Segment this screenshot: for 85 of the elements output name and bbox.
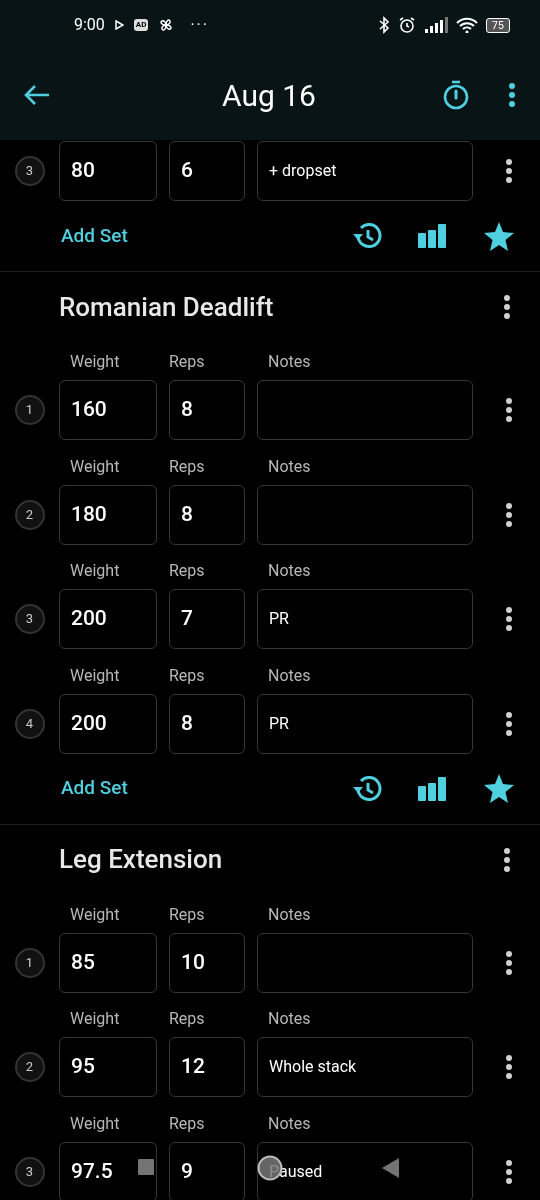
reps-field[interactable]: 8 — [169, 380, 245, 440]
reps-field[interactable]: 12 — [169, 1037, 245, 1097]
overflow-menu-icon[interactable] — [508, 82, 516, 108]
signal-icon — [423, 17, 448, 33]
notes-field[interactable] — [257, 484, 473, 545]
add-set-button[interactable]: Add Set — [61, 221, 128, 251]
exercise-menu-icon[interactable] — [503, 846, 511, 873]
reps-label: Reps — [169, 351, 206, 373]
weight-label: Weight — [70, 664, 121, 687]
set-menu-icon[interactable] — [504, 606, 513, 632]
screen-title: Aug 16 — [222, 76, 316, 115]
pinwheel-icon — [158, 17, 175, 33]
set-number: 3 — [14, 156, 45, 186]
stopwatch-icon[interactable] — [442, 80, 470, 110]
history-icon[interactable] — [352, 774, 382, 803]
weight-field[interactable]: 200 — [59, 693, 157, 754]
notes-field[interactable]: PR — [257, 693, 473, 754]
set-menu-icon[interactable] — [504, 397, 513, 423]
notes-label: Notes — [268, 1112, 311, 1135]
weight-field[interactable]: 160 — [59, 380, 157, 440]
play-icon — [114, 20, 124, 30]
reps-label: Reps — [169, 903, 206, 926]
weight-field[interactable]: 200 — [59, 589, 157, 649]
exercise-title: Romanian Deadlift — [59, 290, 274, 324]
exercise-title: Leg Extension — [59, 843, 223, 876]
weight-label: Weight — [70, 1008, 121, 1030]
set-number: 2 — [14, 1052, 45, 1082]
history-icon[interactable] — [352, 222, 382, 250]
bar-chart-icon[interactable] — [418, 224, 446, 248]
bluetooth-icon — [377, 16, 390, 34]
notes-label: Notes — [268, 455, 311, 478]
set-number: 2 — [14, 499, 45, 530]
wifi-icon — [455, 17, 478, 33]
more-notifications: ··· — [190, 14, 209, 36]
star-icon[interactable] — [484, 774, 514, 803]
alarm-icon — [397, 16, 416, 34]
set-number: 3 — [14, 1156, 45, 1187]
notes-field[interactable] — [257, 932, 473, 993]
set-number: 1 — [14, 395, 45, 425]
reps-field[interactable]: 7 — [169, 589, 245, 649]
weight-label: Weight — [70, 1112, 121, 1135]
reps-label: Reps — [169, 1112, 206, 1135]
set-number: 3 — [14, 604, 45, 634]
reps-label: Reps — [169, 560, 206, 582]
notes-label: Notes — [268, 351, 311, 373]
notes-label: Notes — [268, 903, 311, 926]
reps-field[interactable]: 8 — [169, 693, 245, 754]
set-menu-icon[interactable] — [504, 710, 513, 737]
ad-blocker-badge: AD — [133, 19, 149, 31]
battery-indicator: 75 — [485, 17, 510, 33]
notes-field[interactable] — [257, 380, 473, 440]
notes-label: Notes — [268, 664, 311, 687]
weight-field[interactable]: 95 — [59, 1037, 157, 1097]
set-menu-icon[interactable] — [504, 1158, 513, 1185]
weight-field[interactable]: 80 — [59, 141, 157, 201]
back-arrow-icon[interactable] — [24, 84, 50, 106]
notes-label: Notes — [268, 560, 311, 582]
reps-label: Reps — [169, 455, 206, 478]
weight-label: Weight — [70, 560, 121, 582]
back-nav-icon[interactable] — [382, 1158, 399, 1178]
weight-field[interactable]: 180 — [59, 484, 157, 545]
notes-field[interactable]: PR — [257, 589, 473, 649]
reps-field[interactable]: 8 — [169, 484, 245, 545]
reps-field[interactable]: 6 — [169, 141, 245, 201]
status-time: 9:00 — [74, 14, 105, 36]
set-number: 1 — [14, 947, 45, 978]
add-set-button[interactable]: Add Set — [61, 774, 128, 803]
weight-label: Weight — [70, 351, 121, 373]
reps-field[interactable]: 10 — [169, 932, 245, 993]
reps-label: Reps — [169, 1008, 206, 1030]
notes-field[interactable]: Whole stack — [257, 1037, 473, 1097]
set-menu-icon[interactable] — [504, 1054, 513, 1080]
star-icon[interactable] — [484, 221, 514, 251]
set-menu-icon[interactable] — [504, 501, 513, 528]
set-number: 4 — [14, 708, 45, 739]
reps-label: Reps — [169, 664, 206, 687]
weight-field[interactable]: 85 — [59, 932, 157, 993]
set-menu-icon[interactable] — [504, 949, 513, 976]
exercise-menu-icon[interactable] — [503, 294, 511, 320]
set-menu-icon[interactable] — [504, 158, 513, 184]
notes-field[interactable]: + dropset — [257, 141, 473, 201]
weight-label: Weight — [70, 455, 121, 478]
bar-chart-icon[interactable] — [418, 776, 446, 801]
notes-label: Notes — [268, 1008, 311, 1030]
weight-label: Weight — [70, 903, 121, 926]
